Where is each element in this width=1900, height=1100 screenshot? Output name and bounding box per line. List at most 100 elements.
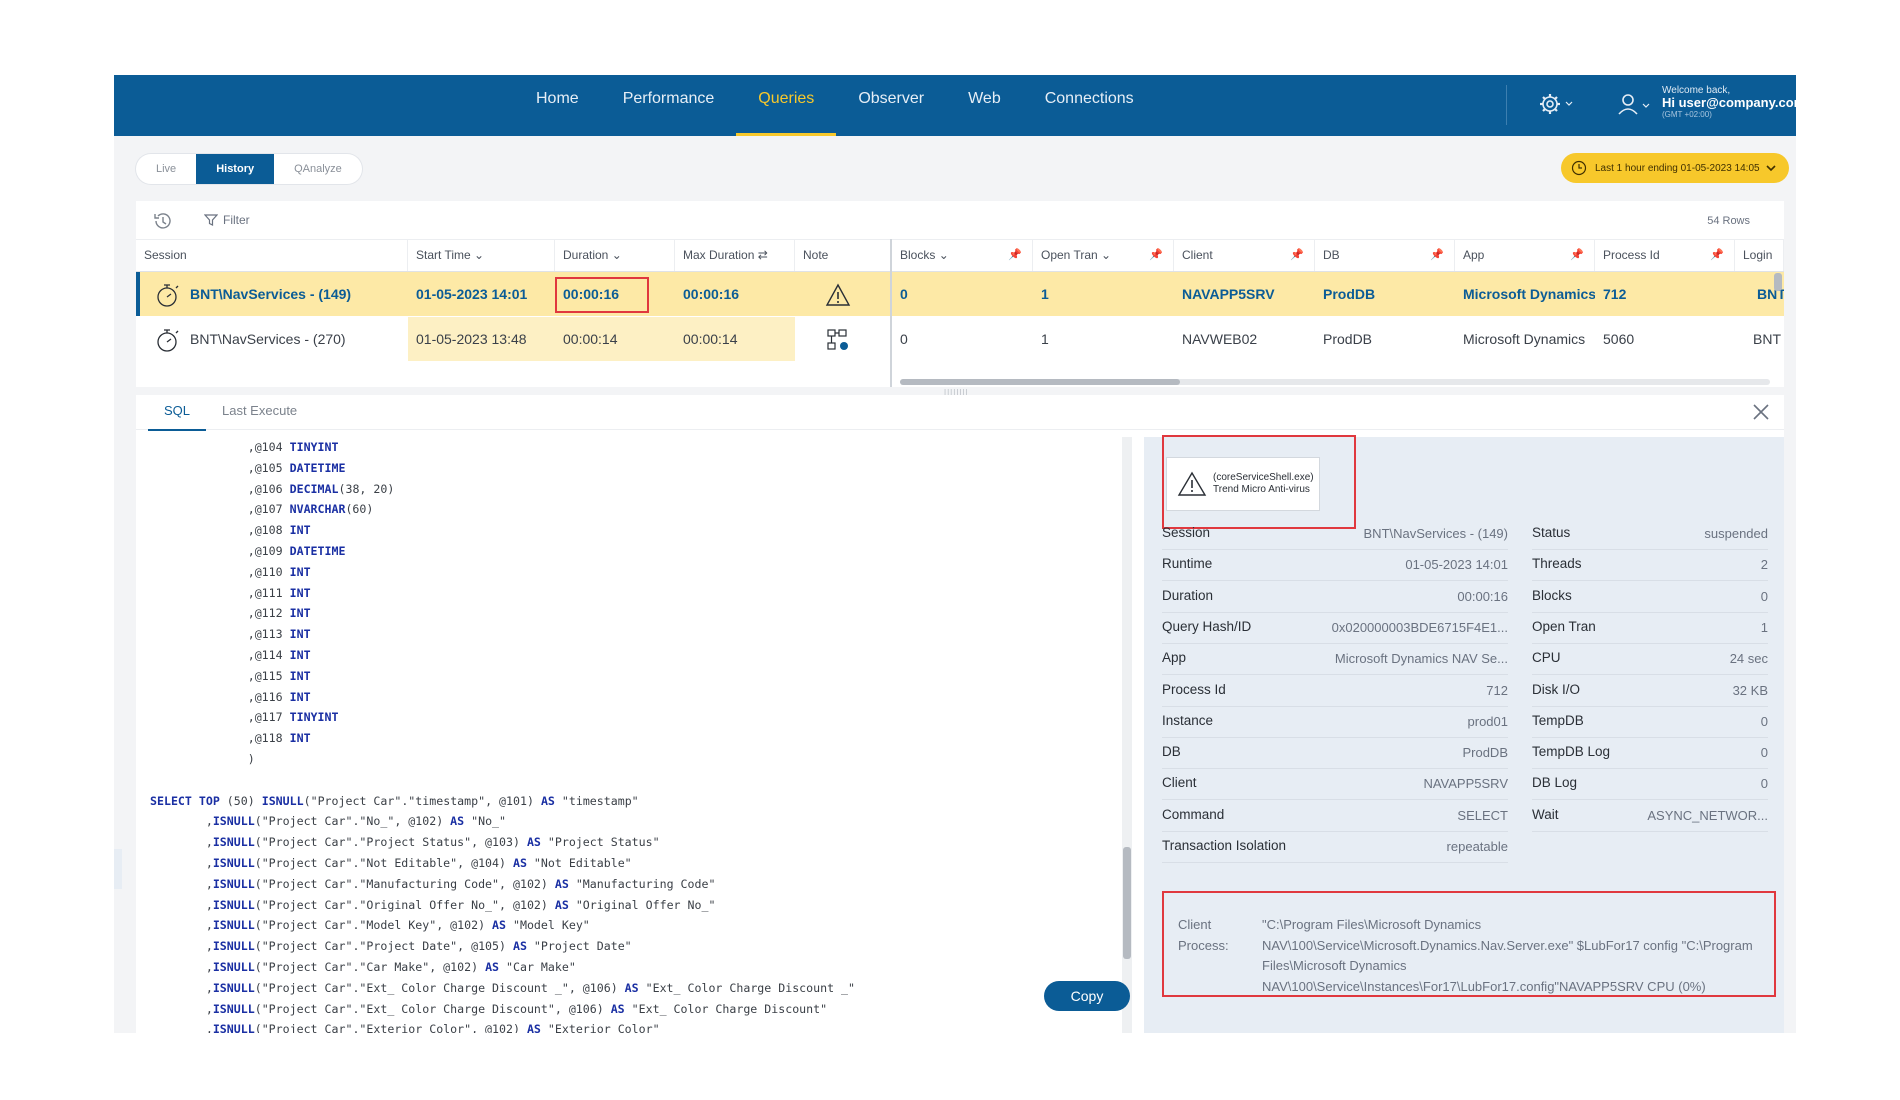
sql-line: ,ISNULL("Project Car"."Original Offer No… xyxy=(150,897,716,912)
time-range-picker[interactable]: Last 1 hour ending 01-05-2023 14:05 xyxy=(1561,153,1789,183)
pin-icon[interactable]: 📌 xyxy=(1290,239,1304,271)
client-process-highlight-box xyxy=(1162,891,1776,997)
col-process-id[interactable]: Process Id 📌 xyxy=(1595,239,1735,271)
topbar-separator xyxy=(1506,85,1507,125)
nav-queries[interactable]: Queries xyxy=(736,75,837,136)
cell-duration: 00:00:14 xyxy=(555,317,675,361)
pin-icon[interactable]: 📌 xyxy=(1570,239,1584,271)
sql-line: SELECT TOP (50) ISNULL("Project Car"."ti… xyxy=(150,793,639,808)
sql-line: ,@116 INT xyxy=(150,689,311,704)
cell-start-time: 01-05-2023 14:01 xyxy=(416,286,528,302)
sql-keyword: INT xyxy=(289,627,311,642)
sql-keyword: AS xyxy=(512,855,527,870)
copy-button[interactable]: Copy xyxy=(1044,981,1130,1011)
sql-line: ,ISNULL("Project Car"."Ext_ Color Charge… xyxy=(150,1001,828,1016)
col-start-time-label: Start Time xyxy=(416,248,471,262)
horizontal-scrollbar[interactable] xyxy=(900,379,1770,385)
sql-scrollbar[interactable] xyxy=(1122,437,1132,1033)
property-key: DB Log xyxy=(1532,775,1578,791)
nav-performance[interactable]: Performance xyxy=(601,75,737,136)
sql-keyword: ISNULL xyxy=(212,980,255,995)
col-process-id-label: Process Id xyxy=(1603,248,1660,262)
sql-keyword: INT xyxy=(289,523,311,538)
pin-icon[interactable]: 📌 xyxy=(1008,239,1022,271)
sql-line: ,@111 INT xyxy=(150,585,311,600)
col-max-duration[interactable]: Max Duration ⇄ xyxy=(675,239,795,271)
chevron-down-icon: ⌄ xyxy=(611,248,622,262)
tab-sql[interactable]: SQL xyxy=(148,395,206,431)
col-session[interactable]: Session xyxy=(136,239,408,271)
sql-line: ,@117 TINYINT xyxy=(150,710,339,725)
sql-line: ,@118 INT xyxy=(150,731,311,746)
col-duration[interactable]: Duration ⌄ xyxy=(555,239,675,271)
property-value: 0 xyxy=(1760,588,1768,604)
property-value: repeatable xyxy=(1446,839,1508,854)
sort-icon: ⇄ xyxy=(757,248,768,262)
property-key: App xyxy=(1162,650,1187,666)
pin-icon[interactable]: 📌 xyxy=(1710,239,1724,271)
sql-editor[interactable]: ,@104 TINYINT ,@105 DATETIME ,@106 DECIM… xyxy=(150,437,930,1033)
property-key: Disk I/O xyxy=(1532,681,1581,697)
scrollbar-thumb[interactable] xyxy=(1123,847,1131,959)
sql-keyword: INT xyxy=(289,647,311,662)
detail-panel: SQL Last Execute ,@104 TINYINT ,@105 DAT… xyxy=(136,395,1784,1033)
gear-icon[interactable] xyxy=(1536,89,1576,119)
funnel-icon xyxy=(204,214,218,226)
sql-keyword: ISNULL xyxy=(212,939,255,954)
property-key: Query Hash/ID xyxy=(1162,618,1252,634)
sql-keyword: AS xyxy=(540,793,555,808)
col-start-time[interactable]: Start Time ⌄ xyxy=(408,239,555,271)
left-edge-stub xyxy=(114,849,122,889)
cell-db: ProdDB xyxy=(1323,286,1376,302)
col-blocks[interactable]: Blocks ⌄ 📌 xyxy=(892,239,1033,271)
cell-note[interactable] xyxy=(795,317,891,361)
cell-blocks: 0 xyxy=(900,286,908,302)
pin-icon[interactable]: 📌 xyxy=(1430,239,1444,271)
sql-keyword: INT xyxy=(289,668,311,683)
property-value: 0 xyxy=(1760,745,1768,761)
sql-keyword: AS xyxy=(512,939,527,954)
cell-open-tran: 1 xyxy=(1041,331,1049,347)
property-row: Disk I/O 32 KB xyxy=(1532,676,1768,707)
property-key: TempDB Log xyxy=(1532,744,1611,760)
col-db[interactable]: DB 📌 xyxy=(1315,239,1455,271)
table-row[interactable]: BNT\NavServices - (270) 01-05-2023 13:48… xyxy=(136,317,1784,361)
pin-icon[interactable]: 📌 xyxy=(1149,239,1163,271)
sql-keyword: AS xyxy=(554,876,569,891)
user-icon[interactable] xyxy=(1614,89,1654,119)
vertical-scrollbar[interactable] xyxy=(1774,273,1782,291)
tab-last-execute[interactable]: Last Execute xyxy=(222,395,297,429)
col-note[interactable]: Note xyxy=(795,239,891,271)
nav-web[interactable]: Web xyxy=(946,75,1023,136)
col-open-tran[interactable]: Open Tran ⌄ 📌 xyxy=(1033,239,1174,271)
nav-connections[interactable]: Connections xyxy=(1023,75,1156,136)
user-timezone: (GMT +02:00) xyxy=(1662,110,1712,119)
property-value: ASYNC_NETWOR... xyxy=(1647,807,1768,823)
col-app[interactable]: App 📌 xyxy=(1455,239,1595,271)
property-value: 2 xyxy=(1760,557,1768,573)
nav-home[interactable]: Home xyxy=(514,75,601,136)
warning-icon[interactable] xyxy=(825,283,851,307)
nav-observer[interactable]: Observer xyxy=(836,75,946,136)
mode-qanalyze[interactable]: QAnalyze xyxy=(274,154,362,184)
filter-button[interactable]: Filter xyxy=(204,213,250,227)
close-icon[interactable] xyxy=(1750,401,1772,423)
scrollbar-thumb[interactable] xyxy=(900,379,1180,385)
history-icon[interactable] xyxy=(152,211,174,231)
time-range-label: Last 1 hour ending 01-05-2023 14:05 xyxy=(1595,162,1760,174)
col-login[interactable]: Login xyxy=(1735,239,1784,271)
mode-history[interactable]: History xyxy=(196,154,275,184)
cell-blocks: 0 xyxy=(900,331,908,347)
query-plan-icon[interactable] xyxy=(825,327,851,353)
property-value: 0x020000003BDE6715F4E1... xyxy=(1331,619,1508,635)
property-key: Duration xyxy=(1162,587,1214,603)
sql-line: ,@108 INT xyxy=(150,523,311,538)
table-row[interactable]: BNT\NavServices - (149) 01-05-2023 14:01… xyxy=(136,272,1784,316)
property-row: Wait ASYNC_NETWOR... xyxy=(1532,801,1768,832)
property-key: Open Tran xyxy=(1532,618,1596,634)
col-client[interactable]: Client 📌 xyxy=(1174,239,1315,271)
mode-live[interactable]: Live xyxy=(136,154,196,184)
cell-note[interactable] xyxy=(795,272,891,316)
sql-line: ,@113 INT xyxy=(150,627,311,642)
sql-keyword: DATETIME xyxy=(289,460,346,475)
